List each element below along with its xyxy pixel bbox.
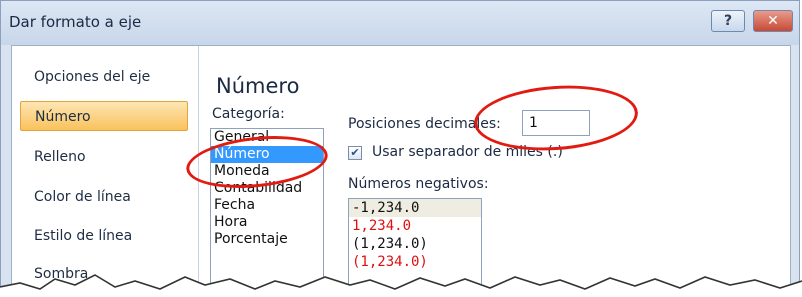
panel-heading: Número (216, 74, 300, 98)
negative-format-item[interactable]: (1,234.0) (349, 235, 481, 253)
category-item-time[interactable]: Hora (211, 214, 323, 231)
sidebar-item-line-color[interactable]: Color de línea (20, 182, 188, 212)
format-axis-dialog: Dar formato a eje ? ✕ Opciones del eje N… (0, 0, 800, 297)
thousands-separator-checkbox[interactable]: ✔ (348, 146, 362, 160)
sidebar-item-line-style[interactable]: Estilo de línea (20, 221, 188, 251)
category-item-percentage[interactable]: Porcentaje (211, 231, 323, 248)
help-button[interactable]: ? (711, 10, 745, 32)
dialog-body: Opciones del eje Número Relleno Color de… (11, 45, 791, 296)
torn-edge (0, 274, 802, 297)
negative-format-item[interactable]: -1,234.0 (349, 199, 481, 217)
negative-format-item[interactable]: 1,234.0 (349, 217, 481, 235)
sidebar-item-axis-options[interactable]: Opciones del eje (20, 62, 188, 92)
category-item-date[interactable]: Fecha (211, 197, 323, 214)
sidebar-item-number[interactable]: Número (20, 101, 188, 131)
sidebar: Opciones del eje Número Relleno Color de… (12, 46, 199, 296)
category-label: Categoría: (212, 106, 285, 122)
sidebar-item-fill[interactable]: Relleno (20, 142, 188, 172)
close-button[interactable]: ✕ (753, 10, 793, 32)
dialog-title: Dar formato a eje (9, 13, 142, 31)
negative-numbers-label: Números negativos: (348, 176, 489, 192)
title-bar: Dar formato a eje ? ✕ (1, 1, 799, 45)
